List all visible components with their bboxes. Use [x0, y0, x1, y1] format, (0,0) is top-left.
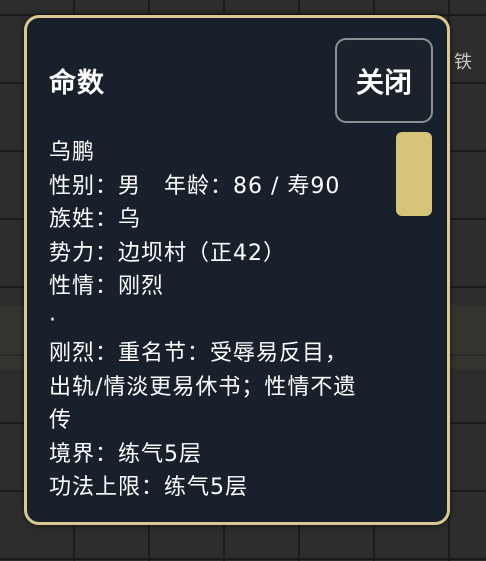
clan-line: 族姓：乌	[49, 207, 142, 232]
character-info-list[interactable]: 乌鹏 性别：男 年龄：86 / 寿90 族姓：乌 势力：边坝村（正42） 性情：…	[49, 136, 369, 510]
separator-dot: ·	[49, 307, 57, 333]
faction-line: 势力：边坝村（正42）	[49, 240, 286, 266]
scrollbar-track[interactable]	[396, 132, 432, 508]
gender-age-line: 性别：男 年龄：86 / 寿90	[49, 173, 341, 199]
character-name: 乌鹏	[49, 140, 96, 165]
fate-info-panel: 命数 关闭 乌鹏 性别：男 年龄：86 / 寿90 族姓：乌 势力：边坝村（正4…	[24, 15, 450, 525]
panel-title: 命数	[49, 68, 105, 99]
scrollbar-thumb[interactable]	[396, 132, 432, 216]
close-button[interactable]: 关闭	[335, 38, 433, 123]
temperament-description: 刚烈：重名节：受辱易反目，出轨/情淡更易休书；性情不遗传	[49, 341, 357, 433]
technique-limit-line: 功法上限：练气5层	[49, 475, 248, 500]
map-label: 铁	[454, 52, 472, 73]
temperament-line: 性情：刚烈	[49, 274, 165, 299]
realm-line: 境界：练气5层	[49, 441, 202, 467]
